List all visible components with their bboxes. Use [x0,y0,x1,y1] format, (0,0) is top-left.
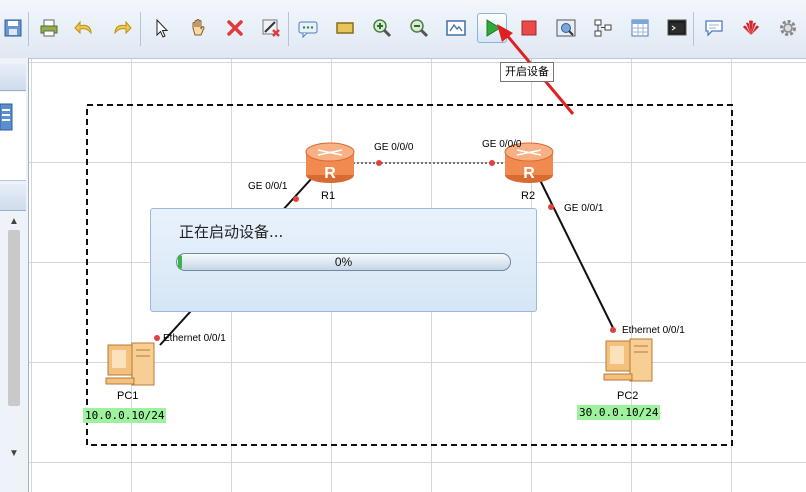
port-dot-pc1-eth [154,335,160,341]
dialog-message: 正在启动设备... [179,223,284,241]
progress-percent: 0% [334,255,353,269]
svg-text:R: R [523,165,535,182]
port-label-r2-ge000: GE 0/0/0 [482,139,522,150]
pc2-icon[interactable] [603,338,653,382]
pc1-ip-label: 10.0.0.10/24 [83,408,167,423]
pc2-ip-label: 30.0.0.10/24 [577,405,661,420]
router-r1-icon[interactable]: R [305,142,355,183]
port-dot-pc2-eth [610,327,616,333]
port-dot-r2-ge001 [548,204,554,210]
pc1-label: PC1 [117,390,139,402]
pc1-icon[interactable] [105,342,155,386]
port-label-r2-ge001: GE 0/0/1 [564,203,604,214]
startup-progress-dialog: 正在启动设备... 0% [150,208,537,312]
port-label-pc1-eth: Ethernet 0/0/1 [163,333,226,344]
router-r2-label: R2 [521,190,536,202]
port-label-r1-ge001: GE 0/0/1 [248,181,288,192]
start-device-tooltip: 开启设备 [500,62,554,82]
progress-bar: 0% [176,253,511,271]
pc2-label: PC2 [617,390,639,402]
port-label-r1-ge000: GE 0/0/0 [374,142,414,153]
port-dot-r2-ge000 [489,160,495,166]
router-r1-label: R1 [321,190,336,202]
svg-text:R: R [324,165,336,182]
port-dot-r1-ge000 [376,160,382,166]
port-dot-r1-ge001 [293,196,299,202]
port-label-pc2-eth: Ethernet 0/0/1 [622,325,685,336]
